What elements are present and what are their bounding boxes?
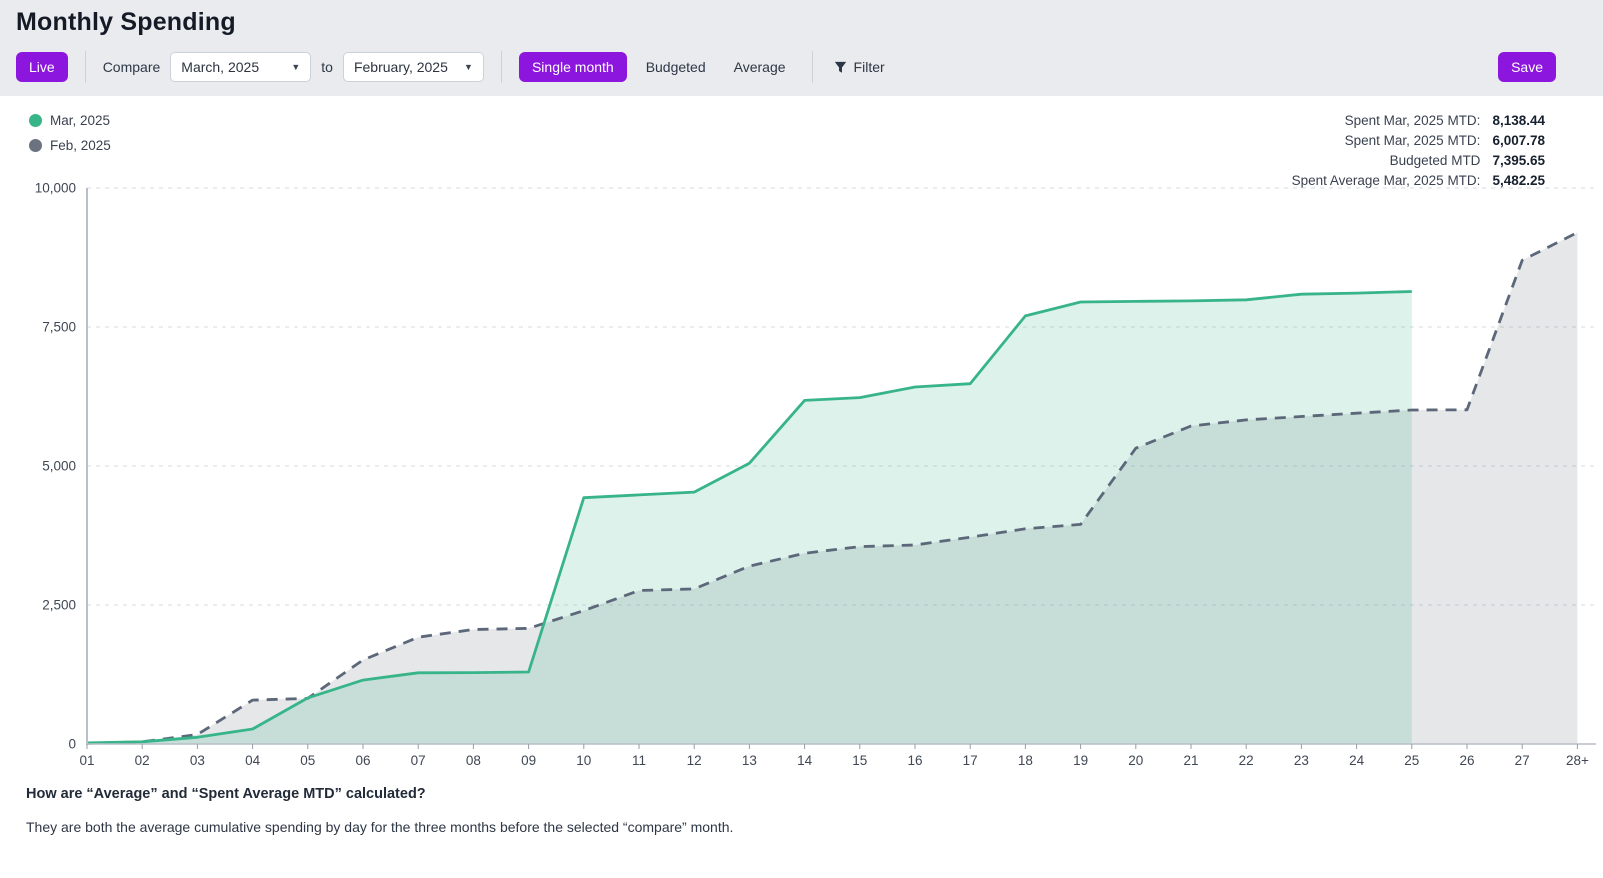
- funnel-filter-icon: [834, 61, 847, 74]
- budgeted-button[interactable]: Budgeted: [637, 53, 715, 81]
- live-button[interactable]: Live: [16, 52, 68, 82]
- stat-value: 5,482.25: [1492, 173, 1545, 188]
- average-button[interactable]: Average: [725, 53, 795, 81]
- x-axis-tick-label: 27: [1515, 753, 1530, 768]
- legend-item[interactable]: Mar, 2025: [29, 113, 111, 128]
- x-axis-tick-label: 07: [411, 753, 426, 768]
- compare-to-select[interactable]: February, 2025 ▼: [343, 52, 484, 82]
- x-axis-tick-label: 01: [79, 753, 94, 768]
- x-axis-tick-label: 10: [576, 753, 591, 768]
- y-axis-tick-label: 0: [68, 737, 76, 752]
- stat-label: Spent Average Mar, 2025 MTD:: [1292, 173, 1481, 188]
- y-axis-tick-label: 7,500: [42, 320, 76, 335]
- legend-dot-icon: [29, 139, 42, 152]
- x-axis-tick-label: 14: [797, 753, 813, 768]
- to-label: to: [321, 59, 333, 75]
- legend-dot-icon: [29, 114, 42, 127]
- legend-label: Feb, 2025: [50, 138, 111, 153]
- y-axis-tick-label: 5,000: [42, 459, 76, 474]
- page-title: Monthly Spending: [16, 6, 1587, 38]
- x-axis-tick-label: 11: [632, 753, 646, 768]
- x-axis-tick-label: 02: [135, 753, 150, 768]
- x-axis-tick-label: 06: [355, 753, 370, 768]
- x-axis-tick-label: 04: [245, 753, 261, 768]
- single-month-button[interactable]: Single month: [519, 52, 627, 82]
- x-axis-tick-label: 23: [1294, 753, 1309, 768]
- stat-value: 8,138.44: [1492, 113, 1545, 128]
- x-axis-tick-label: 12: [687, 753, 702, 768]
- x-axis-tick-label: 15: [852, 753, 867, 768]
- x-axis-tick-label: 16: [907, 753, 922, 768]
- chart-meta-row: Mar, 2025 Feb, 2025 Spent Mar, 2025 MTD: 8…: [0, 96, 1603, 180]
- y-axis-tick-label: 2,500: [42, 598, 76, 613]
- stat-label: Budgeted MTD: [1292, 153, 1481, 168]
- x-axis-tick-label: 09: [521, 753, 536, 768]
- spending-chart[interactable]: 0 2,500 5,000 7,500 10,000 01 02 03 04 05 06 07 08 09…: [0, 180, 1603, 780]
- x-axis-tick-label: 28+: [1566, 753, 1589, 768]
- save-button[interactable]: Save: [1498, 52, 1556, 82]
- explanation-question: How are “Average” and “Spent Average MTD…: [26, 786, 1603, 802]
- x-axis-tick-label: 26: [1459, 753, 1474, 768]
- chart-legend: Mar, 2025 Feb, 2025: [29, 113, 111, 163]
- filter-button[interactable]: Filter: [830, 53, 889, 81]
- x-axis-tick-label: 03: [190, 753, 205, 768]
- stat-value: 6,007.78: [1492, 133, 1545, 148]
- chevron-down-icon: ▼: [291, 62, 300, 72]
- mtd-stats: Spent Mar, 2025 MTD: 8,138.44 Spent Mar, 2…: [1292, 113, 1545, 188]
- x-axis-tick-label: 18: [1018, 753, 1033, 768]
- series-area-mar-2025: [87, 292, 1412, 745]
- explanation-answer: They are both the average cumulative spe…: [26, 819, 1603, 835]
- x-axis-tick-label: 20: [1128, 753, 1143, 768]
- x-axis-tick-label: 05: [300, 753, 315, 768]
- explanation-footer: How are “Average” and “Spent Average MTD…: [0, 780, 1603, 835]
- x-axis-tick-label: 19: [1073, 753, 1088, 768]
- toolbar: Live Compare March, 2025 ▼ to February, …: [16, 51, 1587, 83]
- compare-from-select[interactable]: March, 2025 ▼: [170, 52, 311, 82]
- compare-from-value: March, 2025: [181, 59, 259, 75]
- x-axis-tick-label: 25: [1404, 753, 1419, 768]
- y-axis-tick-label: 10,000: [35, 181, 76, 196]
- x-axis-tick-label: 21: [1183, 753, 1198, 768]
- toolbar-divider: [812, 51, 813, 83]
- chevron-down-icon: ▼: [464, 62, 473, 72]
- x-axis-tick-label: 24: [1349, 753, 1365, 768]
- x-axis-tick-label: 22: [1239, 753, 1254, 768]
- stat-label: Spent Mar, 2025 MTD:: [1292, 113, 1481, 128]
- x-axis-tick-label: 08: [466, 753, 481, 768]
- filter-label: Filter: [854, 59, 885, 75]
- main-content: Mar, 2025 Feb, 2025 Spent Mar, 2025 MTD: 8…: [0, 96, 1603, 835]
- stat-label: Spent Mar, 2025 MTD:: [1292, 133, 1481, 148]
- compare-to-value: February, 2025: [354, 59, 448, 75]
- header: Monthly Spending Live Compare March, 202…: [0, 0, 1603, 96]
- compare-label: Compare: [103, 59, 161, 75]
- x-axis-tick-label: 13: [742, 753, 757, 768]
- legend-label: Mar, 2025: [50, 113, 110, 128]
- legend-item[interactable]: Feb, 2025: [29, 138, 111, 153]
- x-axis-tick-label: 17: [963, 753, 978, 768]
- stat-value: 7,395.65: [1492, 153, 1545, 168]
- toolbar-divider: [85, 51, 86, 83]
- toolbar-divider: [501, 51, 502, 83]
